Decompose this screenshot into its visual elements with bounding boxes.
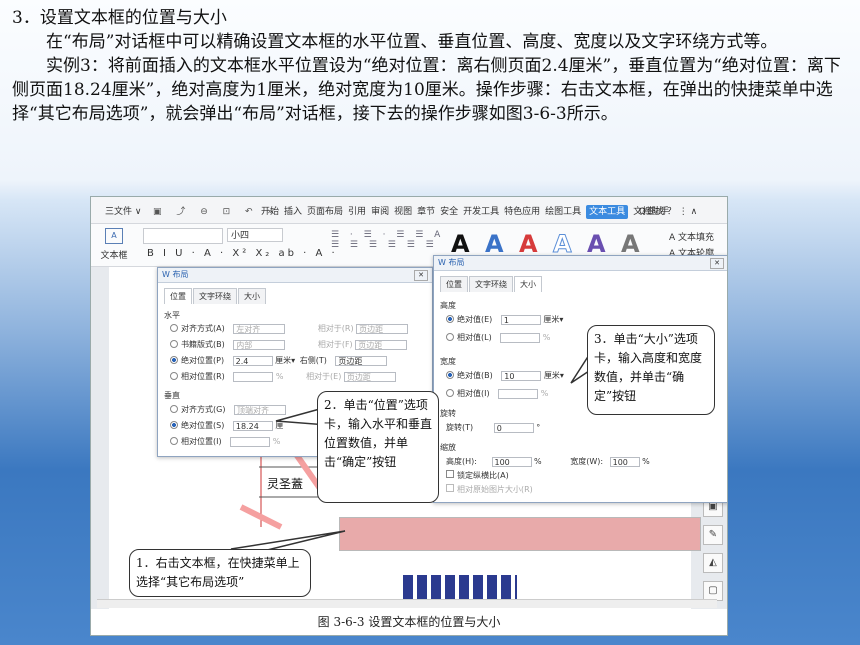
section-heading: 3．设置文本框的位置与大小 (12, 8, 227, 28)
screenshot-figure: 三文件 ∨ ▣ ⤴ ⊖ ⊡ ↶ » 开始 插入 页面布局 引用 审阅 视图 章节 安全 开发工具… (90, 196, 728, 636)
intro-paragraph: 在“布局”对话框中可以精确设置文本框的水平位置、垂直位置、高度、宽度以及文字环绕… (46, 32, 778, 52)
callout-step-3: 3．单击“大小”选项卡，输入高度和宽度数值，并单击“确定”按钮 (587, 325, 715, 415)
example-paragraph: 实例3：将前面插入的文本框水平位置设为“绝对位置：离右侧页面2.4厘米”，垂直位… (12, 56, 841, 124)
callout-step-2: 2．单击“位置”选项卡，输入水平和垂直位置数值，并单击“确定”按钮 (317, 391, 439, 503)
slide-text: 3．设置文本框的位置与大小 在“布局”对话框中可以精确设置文本框的水平位置、垂直… (12, 6, 854, 126)
figure-caption: 图 3-6-3 设置文本框的位置与大小 (317, 615, 501, 629)
callout-step-1: 1．右击文本框，在快捷菜单上选择“其它布局选项” (129, 549, 311, 597)
